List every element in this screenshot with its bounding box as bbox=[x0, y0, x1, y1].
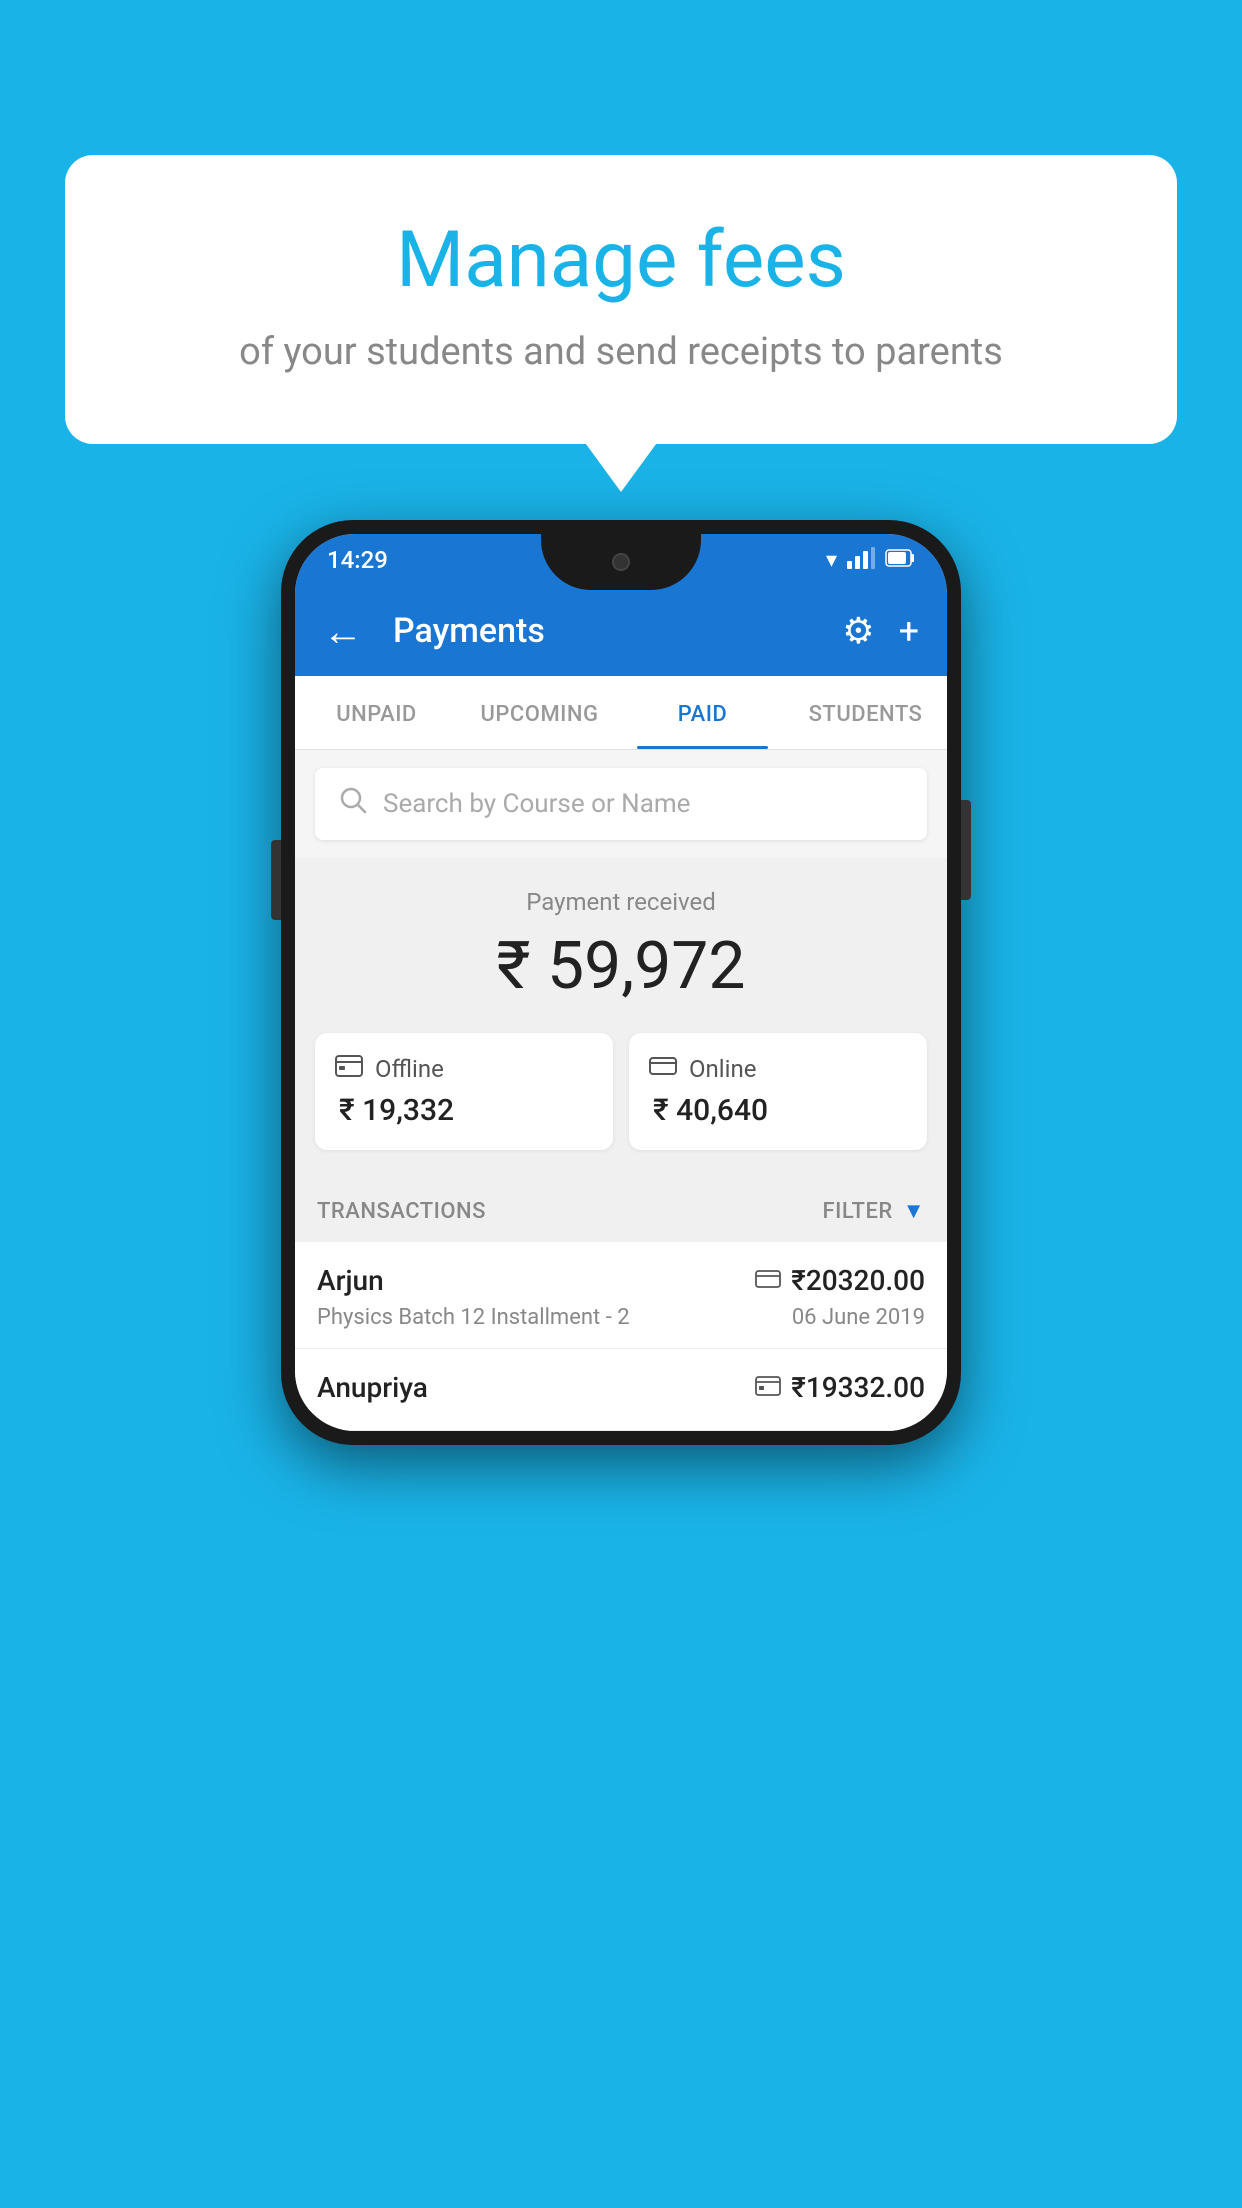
back-button[interactable]: ← bbox=[323, 608, 363, 655]
speech-bubble-container: Manage fees of your students and send re… bbox=[65, 155, 1177, 444]
offline-payment-icon bbox=[335, 1055, 363, 1083]
table-row[interactable]: Anupriya ₹19332.00 bbox=[295, 1349, 947, 1431]
speech-bubble: Manage fees of your students and send re… bbox=[65, 155, 1177, 444]
phone-device: 14:29 ▾ bbox=[281, 520, 961, 1445]
add-icon[interactable]: + bbox=[899, 610, 919, 652]
offline-payment-row-icon bbox=[755, 1374, 781, 1402]
speech-bubble-heading: Manage fees bbox=[145, 215, 1097, 306]
online-payment-row-icon bbox=[755, 1267, 781, 1295]
settings-icon[interactable]: ⚙ bbox=[842, 610, 874, 652]
battery-icon bbox=[885, 548, 915, 572]
transaction-row-bottom: Physics Batch 12 Installment - 2 06 June… bbox=[317, 1305, 925, 1330]
filter-icon: ▼ bbox=[903, 1198, 925, 1224]
status-icons: ▾ bbox=[826, 547, 915, 574]
transaction-detail: Physics Batch 12 Installment - 2 bbox=[317, 1305, 630, 1330]
offline-label: Offline bbox=[375, 1055, 444, 1083]
transactions-label: TRANSACTIONS bbox=[317, 1199, 486, 1224]
search-placeholder-text: Search by Course or Name bbox=[383, 789, 690, 819]
tab-students[interactable]: STUDENTS bbox=[784, 676, 947, 749]
phone-notch bbox=[541, 534, 701, 590]
transaction-amount-wrapper: ₹19332.00 bbox=[755, 1371, 925, 1404]
online-label: Online bbox=[689, 1055, 756, 1083]
app-bar: ← Payments ⚙ + bbox=[295, 586, 947, 676]
search-section: Search by Course or Name bbox=[295, 750, 947, 858]
filter-button[interactable]: FILTER ▼ bbox=[822, 1198, 925, 1224]
offline-payment-card: Offline ₹ 19,332 bbox=[315, 1033, 613, 1150]
phone-screen: 14:29 ▾ bbox=[295, 534, 947, 1431]
transaction-amount-wrapper: ₹20320.00 bbox=[755, 1264, 925, 1297]
transaction-date: 06 June 2019 bbox=[792, 1305, 925, 1330]
front-camera bbox=[612, 553, 630, 571]
tab-paid[interactable]: PAID bbox=[621, 676, 784, 749]
transaction-amount: ₹19332.00 bbox=[791, 1371, 925, 1404]
tab-bar: UNPAID UPCOMING PAID STUDENTS bbox=[295, 676, 947, 750]
offline-card-header: Offline bbox=[335, 1055, 444, 1083]
online-amount: ₹ 40,640 bbox=[649, 1093, 768, 1128]
payment-total-amount: ₹ 59,972 bbox=[315, 928, 927, 1005]
payment-received-label: Payment received bbox=[315, 888, 927, 916]
table-row[interactable]: Arjun ₹20320.00 Physics Batch 12 Install… bbox=[295, 1242, 947, 1349]
filter-label: FILTER bbox=[822, 1199, 892, 1224]
payment-summary-section: Payment received ₹ 59,972 bbox=[295, 858, 947, 1174]
transactions-header: TRANSACTIONS FILTER ▼ bbox=[295, 1174, 947, 1242]
online-payment-card: Online ₹ 40,640 bbox=[629, 1033, 927, 1150]
signal-icon bbox=[847, 547, 875, 574]
transaction-row-top: Anupriya ₹19332.00 bbox=[317, 1371, 925, 1404]
speech-bubble-subtext: of your students and send receipts to pa… bbox=[145, 330, 1097, 374]
app-bar-title: Payments bbox=[393, 611, 822, 651]
wifi-icon: ▾ bbox=[826, 548, 837, 573]
online-card-header: Online bbox=[649, 1055, 756, 1083]
payment-breakdown: Offline ₹ 19,332 bbox=[315, 1033, 927, 1150]
app-bar-actions: ⚙ + bbox=[842, 610, 919, 652]
transaction-name: Anupriya bbox=[317, 1371, 428, 1404]
transaction-amount: ₹20320.00 bbox=[791, 1264, 925, 1297]
transaction-row-top: Arjun ₹20320.00 bbox=[317, 1264, 925, 1297]
phone-frame: 14:29 ▾ bbox=[281, 520, 961, 1445]
offline-amount: ₹ 19,332 bbox=[335, 1093, 454, 1128]
transaction-name: Arjun bbox=[317, 1264, 384, 1297]
tab-upcoming[interactable]: UPCOMING bbox=[458, 676, 621, 749]
tab-unpaid[interactable]: UNPAID bbox=[295, 676, 458, 749]
status-time: 14:29 bbox=[327, 546, 388, 574]
search-icon bbox=[339, 786, 367, 822]
online-payment-icon bbox=[649, 1055, 677, 1083]
search-bar[interactable]: Search by Course or Name bbox=[315, 768, 927, 840]
